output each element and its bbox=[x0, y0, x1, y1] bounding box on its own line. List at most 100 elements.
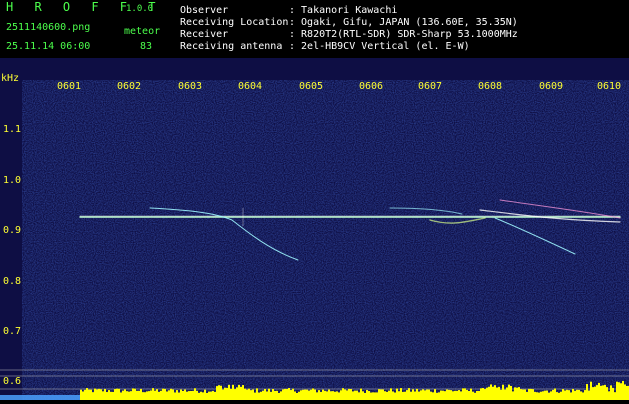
level-bar bbox=[158, 391, 160, 400]
level-bar bbox=[626, 385, 628, 400]
level-bar bbox=[574, 390, 576, 400]
level-bar bbox=[490, 384, 492, 400]
level-bar bbox=[306, 389, 308, 400]
level-bar bbox=[98, 388, 100, 400]
level-bar bbox=[276, 390, 278, 400]
level-bar bbox=[162, 388, 164, 400]
level-bar bbox=[494, 385, 496, 400]
level-bar bbox=[562, 389, 564, 400]
level-bar bbox=[270, 391, 272, 400]
level-bar bbox=[192, 390, 194, 400]
x-tick-label: 0604 bbox=[238, 81, 263, 92]
level-bar bbox=[550, 391, 552, 400]
y-tick-label: 1.0 bbox=[3, 175, 22, 186]
level-bar bbox=[434, 389, 436, 400]
level-bar bbox=[286, 389, 288, 400]
level-bar bbox=[346, 390, 348, 400]
level-bar bbox=[452, 391, 454, 400]
level-bar bbox=[530, 388, 532, 400]
level-bar bbox=[544, 390, 546, 400]
level-bar bbox=[358, 392, 360, 400]
x-tick-label: 0609 bbox=[539, 81, 564, 92]
level-bar bbox=[518, 387, 520, 400]
level-bar bbox=[458, 390, 460, 400]
level-bar bbox=[262, 390, 264, 400]
level-bar bbox=[148, 391, 150, 400]
level-bar bbox=[478, 391, 480, 400]
level-bar bbox=[170, 388, 172, 400]
level-bar bbox=[260, 391, 262, 400]
level-bar bbox=[380, 389, 382, 400]
level-bar bbox=[608, 391, 610, 400]
level-bar bbox=[104, 389, 106, 400]
level-bar bbox=[406, 390, 408, 400]
level-bar bbox=[300, 390, 302, 400]
level-bar bbox=[512, 391, 514, 400]
level-bar bbox=[308, 390, 310, 400]
level-bar bbox=[516, 387, 518, 400]
location-label: Receiving Location bbox=[180, 17, 289, 28]
level-bar bbox=[168, 390, 170, 400]
level-bar bbox=[472, 391, 474, 400]
level-bar bbox=[418, 391, 420, 400]
level-bar bbox=[366, 389, 368, 400]
x-tick-label: 0608 bbox=[478, 81, 503, 92]
level-bar bbox=[520, 389, 522, 400]
level-bar bbox=[356, 390, 358, 400]
level-bar bbox=[596, 385, 598, 400]
level-bar bbox=[620, 383, 622, 400]
level-bar bbox=[486, 387, 488, 400]
level-bar bbox=[580, 391, 582, 400]
level-bar bbox=[344, 389, 346, 400]
level-bar bbox=[378, 389, 380, 400]
level-bar bbox=[466, 389, 468, 400]
level-bar bbox=[444, 391, 446, 400]
level-bar bbox=[114, 389, 116, 400]
level-bar bbox=[198, 392, 200, 400]
level-bar bbox=[108, 390, 110, 400]
location-value: : Ogaki, Gifu, JAPAN (136.60E, 35.35N) bbox=[289, 17, 518, 28]
level-bar bbox=[350, 388, 352, 400]
level-bar bbox=[536, 392, 538, 400]
level-bar bbox=[246, 389, 248, 400]
level-bar bbox=[442, 390, 444, 400]
level-bar bbox=[154, 390, 156, 400]
level-bar bbox=[364, 392, 366, 400]
level-bar bbox=[500, 389, 502, 400]
level-bar bbox=[586, 384, 588, 400]
level-bar bbox=[368, 391, 370, 400]
level-bar bbox=[382, 389, 384, 400]
level-bar bbox=[208, 391, 210, 400]
level-bar bbox=[546, 390, 548, 400]
level-bar bbox=[188, 391, 190, 400]
level-bar bbox=[324, 390, 326, 400]
antenna-label: Receiving antenna bbox=[180, 41, 283, 52]
y-tick-label: 0.8 bbox=[3, 276, 22, 287]
level-bar bbox=[464, 388, 466, 400]
level-bar bbox=[582, 392, 584, 400]
level-bar bbox=[234, 389, 236, 400]
level-bar bbox=[130, 391, 132, 400]
level-bar bbox=[298, 391, 300, 400]
level-bar bbox=[408, 388, 410, 400]
level-bar bbox=[612, 387, 614, 400]
level-bar bbox=[428, 389, 430, 400]
level-bar bbox=[238, 384, 240, 400]
level-bar bbox=[468, 390, 470, 400]
level-bar bbox=[174, 392, 176, 400]
level-bar bbox=[210, 391, 212, 400]
level-bar bbox=[310, 389, 312, 400]
level-bar bbox=[212, 390, 214, 400]
level-bar bbox=[456, 390, 458, 400]
level-bar bbox=[448, 389, 450, 400]
x-tick-label: 0606 bbox=[359, 81, 384, 92]
level-bar bbox=[480, 388, 482, 400]
level-bar bbox=[172, 389, 174, 400]
level-bar bbox=[226, 387, 228, 400]
level-bar bbox=[504, 389, 506, 400]
level-bar bbox=[142, 392, 144, 400]
level-bar bbox=[590, 381, 592, 400]
level-bar bbox=[166, 391, 168, 400]
event-count: 83 bbox=[140, 41, 153, 52]
level-bar bbox=[252, 389, 254, 400]
